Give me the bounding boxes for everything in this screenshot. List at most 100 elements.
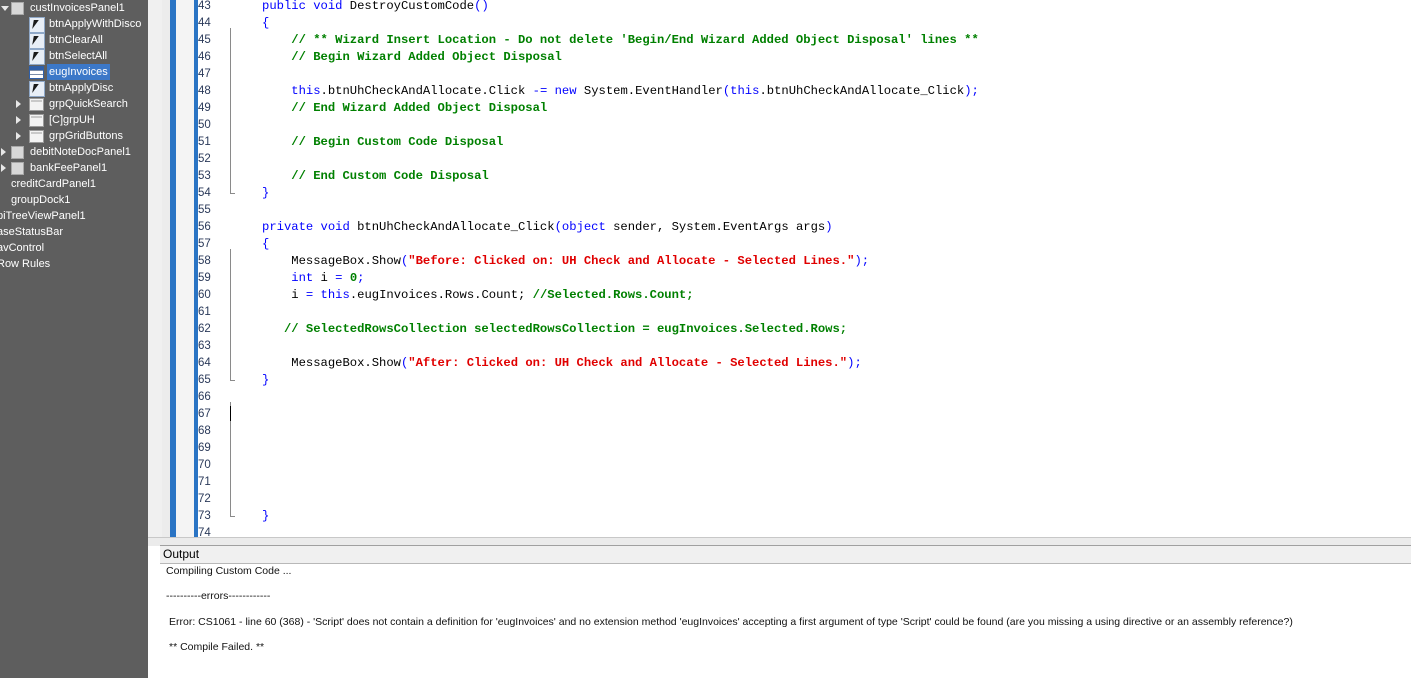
tree-item[interactable]: custInvoicesPanel1	[0, 0, 148, 16]
code-line[interactable]: 50	[162, 117, 1411, 134]
line-number: 70	[198, 459, 211, 471]
code-token: .btnUhCheckAndAllocate_Click	[759, 84, 965, 98]
code-text: MessageBox.Show("Before: Clicked on: UH …	[262, 253, 869, 270]
output-panel: Output Compiling Custom Code ... -------…	[160, 545, 1411, 679]
code-line[interactable]: 46 // Begin Wizard Added Object Disposal	[162, 49, 1411, 66]
code-token: );	[854, 254, 870, 268]
code-line[interactable]: 54}	[162, 185, 1411, 202]
code-line[interactable]: 69	[162, 440, 1411, 457]
code-token: // End Custom Code Disposal	[291, 169, 489, 183]
line-number: 50	[198, 119, 211, 131]
code-line[interactable]: 64 MessageBox.Show("After: Clicked on: U…	[162, 355, 1411, 372]
expand-down-icon[interactable]	[1, 6, 9, 11]
code-line[interactable]: 66	[162, 389, 1411, 406]
code-text: MessageBox.Show("After: Clicked on: UH C…	[262, 355, 862, 372]
tree-item[interactable]: bankFeePanel1	[0, 160, 148, 176]
code-text: // Begin Custom Code Disposal	[262, 134, 503, 151]
line-number: 71	[198, 476, 211, 488]
splitter[interactable]	[148, 0, 162, 545]
code-token: void	[320, 220, 358, 234]
code-line[interactable]: 58 MessageBox.Show("Before: Clicked on: …	[162, 253, 1411, 270]
tree-item[interactable]: btnApplyWithDisco	[0, 16, 148, 33]
code-token: }	[262, 186, 270, 200]
code-line[interactable]: 72	[162, 491, 1411, 508]
code-text: }	[262, 185, 269, 202]
code-line[interactable]: 68	[162, 423, 1411, 440]
code-token: // End Wizard Added Object Disposal	[291, 101, 548, 115]
line-number: 74	[198, 527, 211, 537]
code-line[interactable]: 52	[162, 151, 1411, 168]
tree-item[interactable]: creditCardPanel1	[0, 176, 148, 192]
code-token: this	[320, 288, 350, 302]
code-token: }	[262, 509, 270, 523]
expand-right-icon[interactable]	[1, 148, 6, 156]
tree-item[interactable]: btnSelectAll	[0, 48, 148, 65]
code-line[interactable]: 53 // End Custom Code Disposal	[162, 168, 1411, 185]
expand-right-icon[interactable]	[16, 116, 21, 124]
line-number: 64	[198, 357, 211, 369]
code-token: .btnUhCheckAndAllocate.Click	[320, 84, 533, 98]
code-line[interactable]: 43 public void DestroyCustomCode()	[162, 0, 1411, 15]
code-line[interactable]: 49 // End Wizard Added Object Disposal	[162, 100, 1411, 117]
groupbox-icon	[29, 130, 44, 143]
code-line[interactable]: 61	[162, 304, 1411, 321]
line-number: 72	[198, 493, 211, 505]
tree-item[interactable]: Row Rules	[0, 256, 148, 272]
expand-right-icon[interactable]	[16, 100, 21, 108]
code-line[interactable]: 56 private void btnUhCheckAndAllocate_Cli…	[162, 219, 1411, 236]
line-number: 56	[198, 221, 211, 233]
code-line[interactable]: 71	[162, 474, 1411, 491]
tree-item[interactable]: aseStatusBar	[0, 224, 148, 240]
tree-item[interactable]: grpGridButtons	[0, 128, 148, 144]
text-caret	[230, 406, 231, 421]
tree-item[interactable]: piTreeViewPanel1	[0, 208, 148, 224]
tree-item-label: groupDock1	[11, 194, 71, 206]
code-token: System.EventHandler	[583, 84, 723, 98]
tree-item[interactable]: [C]grpUH	[0, 112, 148, 128]
tree-item[interactable]: avControl	[0, 240, 148, 256]
code-line[interactable]: 62 // SelectedRowsCollection selectedRow…	[162, 321, 1411, 338]
code-line[interactable]: 67	[162, 406, 1411, 423]
code-token: "Before: Clicked on: UH Check and Alloca…	[408, 254, 855, 268]
code-token: new	[554, 84, 584, 98]
line-number: 55	[198, 204, 211, 216]
expand-right-icon[interactable]	[1, 164, 6, 172]
code-token: );	[964, 84, 979, 98]
code-token: i	[320, 271, 336, 285]
code-line[interactable]: 74	[162, 525, 1411, 537]
tree-item[interactable]: btnApplyDisc	[0, 80, 148, 97]
tree-item-label: piTreeViewPanel1	[0, 210, 86, 222]
tree-item[interactable]: debitNoteDocPanel1	[0, 144, 148, 160]
code-line[interactable]: 65}	[162, 372, 1411, 389]
tree-item[interactable]: groupDock1	[0, 192, 148, 208]
line-number: 47	[198, 68, 211, 80]
code-line[interactable]: 48 this.btnUhCheckAndAllocate.Click -= n…	[162, 83, 1411, 100]
code-line[interactable]: 70	[162, 457, 1411, 474]
code-line[interactable]: 63	[162, 338, 1411, 355]
line-number: 49	[198, 102, 211, 114]
code-line[interactable]: 57 {	[162, 236, 1411, 253]
code-line[interactable]: 59 int i = 0;	[162, 270, 1411, 287]
line-number: 54	[198, 187, 211, 199]
code-token: // Begin Custom Code Disposal	[291, 135, 504, 149]
code-line[interactable]: 60 i = this.eugInvoices.Rows.Count; //Se…	[162, 287, 1411, 304]
code-line[interactable]: 73}	[162, 508, 1411, 525]
code-line[interactable]: 44 {	[162, 15, 1411, 32]
code-editor[interactable]: 43 public void DestroyCustomCode() 44{45 /…	[162, 0, 1411, 537]
code-line[interactable]: 55	[162, 202, 1411, 219]
tree-item[interactable]: btnClearAll	[0, 32, 148, 49]
tree-item[interactable]: grpQuickSearch	[0, 96, 148, 112]
expand-right-icon[interactable]	[16, 132, 21, 140]
code-line[interactable]: 45 // ** Wizard Insert Location - Do not…	[162, 32, 1411, 49]
tree-item-label: btnSelectAll	[49, 50, 108, 62]
code-line[interactable]: 47	[162, 66, 1411, 83]
code-text: }	[262, 372, 269, 389]
code-token: // ** Wizard Insert Location - Do not de…	[291, 33, 979, 47]
tree-item[interactable]: eugInvoices	[0, 64, 148, 80]
line-number: 58	[198, 255, 211, 267]
code-line[interactable]: 51 // Begin Custom Code Disposal	[162, 134, 1411, 151]
code-token: this	[291, 84, 321, 98]
